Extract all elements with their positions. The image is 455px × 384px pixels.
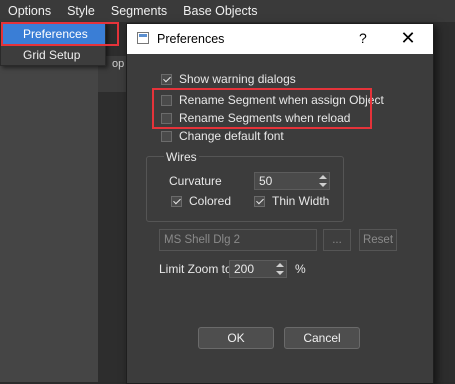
menu-segments[interactable]: Segments: [103, 0, 175, 22]
preferences-dialog: Preferences ? ✕ Show warning dialogs Ren…: [126, 23, 434, 384]
menu-item-preferences[interactable]: Preferences: [1, 24, 105, 44]
menu-item-grid-setup[interactable]: Grid Setup: [1, 45, 105, 65]
menu-bar: Options Style Segments Base Objects: [0, 0, 455, 22]
font-field[interactable]: MS Shell Dlg 2: [159, 229, 317, 251]
reset-font-button[interactable]: Reset: [359, 229, 397, 251]
browse-font-button[interactable]: ...: [323, 229, 351, 251]
wires-group-title: Wires: [164, 150, 199, 164]
checkbox-colored[interactable]: Colored: [171, 192, 231, 210]
checkbox-label: Rename Segments when reload: [179, 111, 351, 125]
cancel-button[interactable]: Cancel: [284, 327, 360, 349]
left-panel: [0, 22, 98, 382]
checkbox-label: Colored: [189, 194, 232, 208]
checkbox-label: Thin Width: [272, 194, 330, 208]
checkbox-rename-segments-reload[interactable]: Rename Segments when reload: [161, 109, 350, 127]
checkbox-label: Change default font: [179, 129, 284, 143]
limit-zoom-value: 200: [234, 262, 255, 276]
limit-zoom-unit: %: [295, 262, 306, 276]
workspace-tab-label: op: [112, 58, 125, 70]
dialog-title: Preferences: [157, 32, 225, 46]
menu-style[interactable]: Style: [59, 0, 103, 22]
checkbox-thin-width[interactable]: Thin Width: [254, 192, 329, 210]
spin-arrows-icon[interactable]: [276, 262, 284, 276]
help-button[interactable]: ?: [359, 30, 367, 46]
checkbox-box[interactable]: [161, 94, 172, 106]
options-dropdown: Preferences Grid Setup: [0, 22, 106, 66]
menu-base-objects[interactable]: Base Objects: [175, 0, 265, 22]
dialog-titlebar: Preferences ? ✕: [127, 24, 433, 54]
curvature-spinbox[interactable]: 50: [254, 172, 330, 190]
checkbox-label: Show warning dialogs: [179, 72, 296, 86]
checkbox-label: Rename Segment when assign Object: [179, 93, 384, 107]
close-button[interactable]: ✕: [397, 27, 419, 49]
checkbox-box[interactable]: [161, 112, 172, 124]
limit-zoom-spinbox[interactable]: 200: [229, 260, 287, 278]
curvature-label: Curvature: [169, 174, 222, 188]
checkbox-change-default-font[interactable]: Change default font: [161, 127, 284, 145]
checkbox-box[interactable]: [171, 195, 182, 207]
font-field-value: MS Shell Dlg 2: [164, 234, 241, 246]
checkbox-box[interactable]: [254, 195, 265, 207]
curvature-value: 50: [259, 174, 273, 188]
checkbox-show-warning-dialogs[interactable]: Show warning dialogs: [161, 70, 296, 88]
checkbox-rename-segment-assign[interactable]: Rename Segment when assign Object: [161, 91, 384, 109]
window-icon: [137, 32, 149, 44]
spin-arrows-icon[interactable]: [319, 174, 327, 188]
checkbox-box[interactable]: [161, 130, 172, 142]
limit-zoom-label: Limit Zoom to: [159, 262, 232, 276]
menu-options[interactable]: Options: [0, 0, 59, 22]
checkbox-box[interactable]: [161, 73, 172, 85]
ok-button[interactable]: OK: [198, 327, 274, 349]
